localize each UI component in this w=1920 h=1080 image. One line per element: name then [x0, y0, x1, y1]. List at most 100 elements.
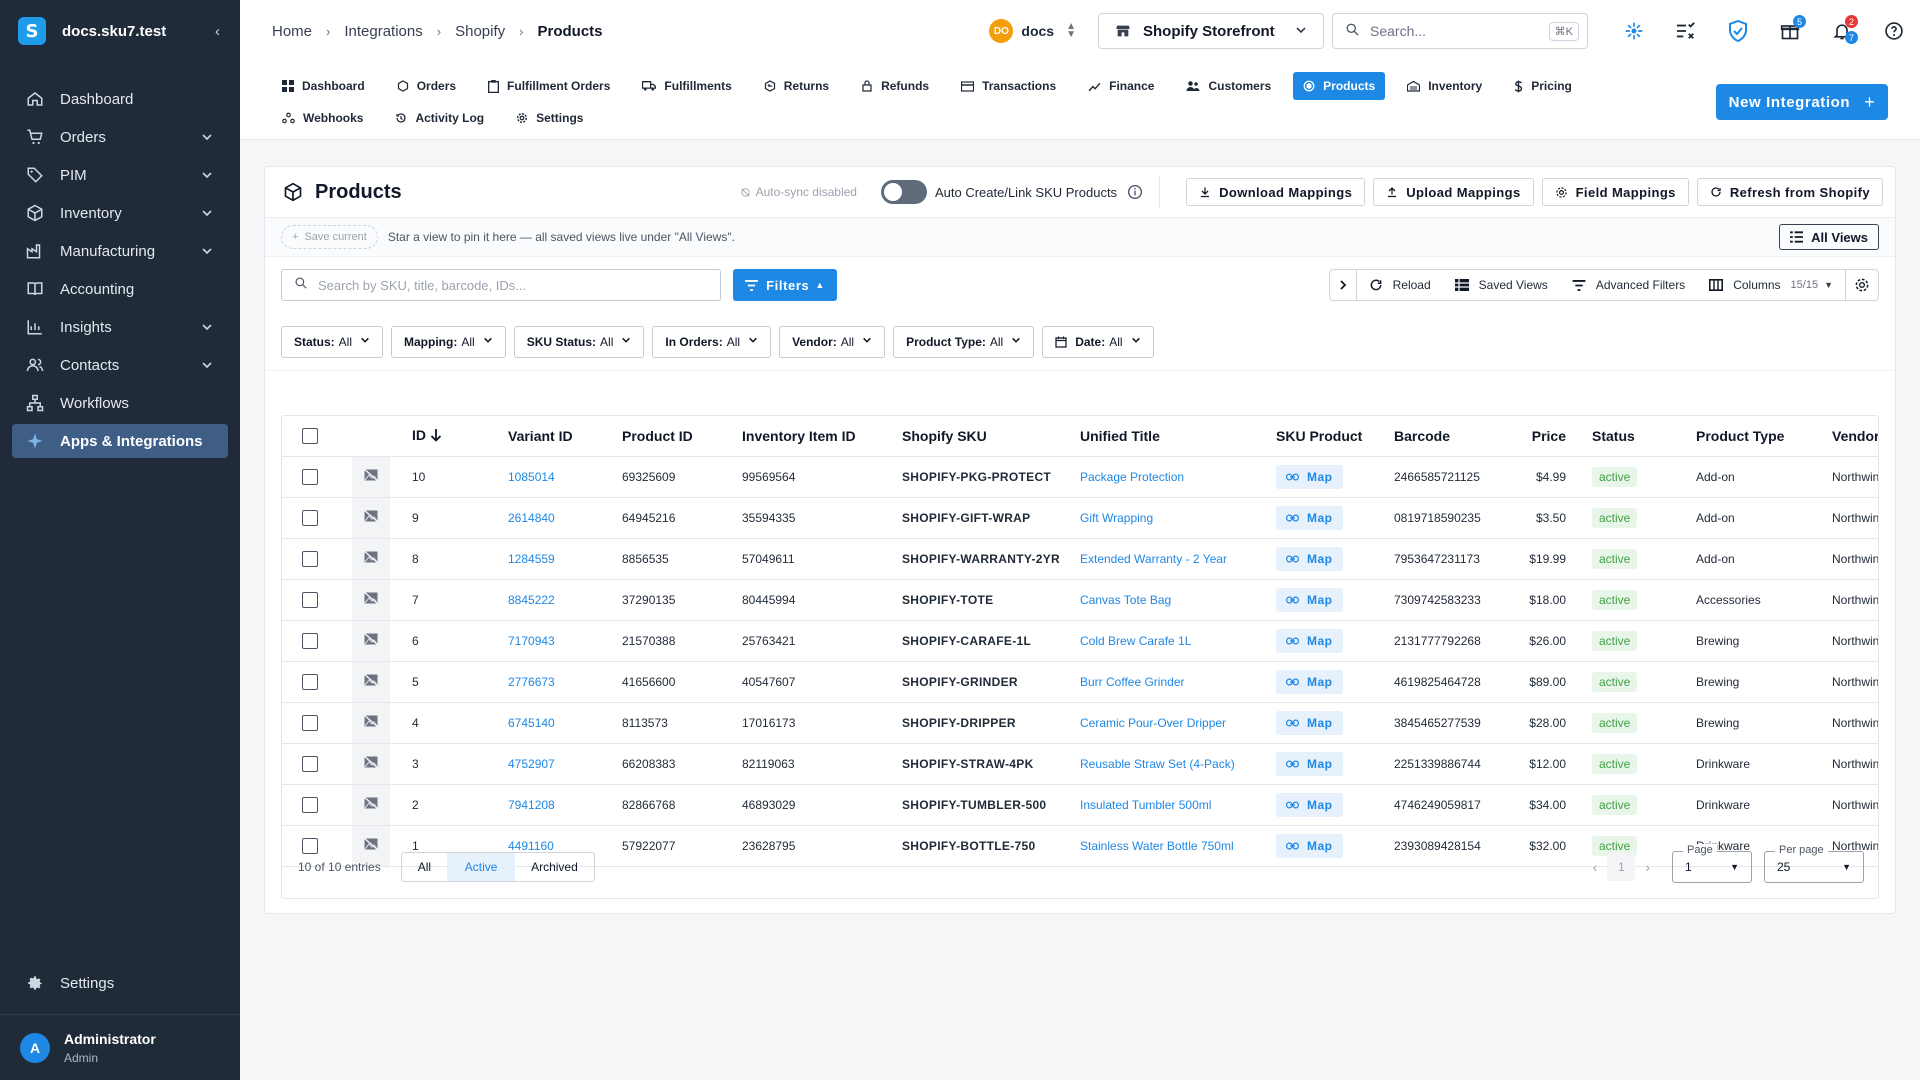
column-header-product-type[interactable]: Product Type — [1680, 416, 1816, 457]
unified-title-link[interactable]: Insulated Tumbler 500ml — [1080, 798, 1211, 812]
column-header-shopify-sku[interactable]: Shopify SKU — [884, 416, 1066, 457]
tab-refunds[interactable]: Refunds — [851, 72, 939, 100]
tab-dashboard[interactable]: Dashboard — [272, 72, 375, 100]
sidebar-item-dashboard[interactable]: Dashboard — [12, 82, 228, 116]
sidebar-item-settings[interactable]: Settings — [12, 966, 228, 1000]
select-all-checkbox[interactable] — [302, 428, 318, 445]
variant-id-link[interactable]: 4752907 — [508, 757, 555, 771]
unified-title-link[interactable]: Gift Wrapping — [1080, 511, 1153, 525]
variant-id-link[interactable]: 6745140 — [508, 716, 555, 730]
tab-orders[interactable]: Orders — [387, 72, 466, 100]
column-header-vendor[interactable]: Vendor — [1816, 416, 1878, 457]
unified-title-link[interactable]: Burr Coffee Grinder — [1080, 675, 1185, 689]
column-header-sku-product[interactable]: SKU Product — [1264, 416, 1376, 457]
column-header-status[interactable]: Status — [1586, 416, 1680, 457]
product-search-input[interactable] — [318, 277, 708, 293]
map-sku-button[interactable]: Map — [1276, 669, 1343, 694]
variant-id-link[interactable]: 1284559 — [508, 552, 555, 566]
field-mappings-button[interactable]: Field Mappings — [1541, 178, 1689, 206]
breadcrumb-integrations[interactable]: Integrations — [344, 23, 422, 40]
sidebar-item-accounting[interactable]: Accounting — [12, 272, 228, 306]
download-mappings-button[interactable]: Download Mappings — [1186, 178, 1366, 206]
ai-sparkle-icon[interactable] — [1616, 13, 1652, 49]
tasks-check-icon[interactable] — [1668, 13, 1704, 49]
save-current-view-button[interactable]: + Save current — [281, 225, 378, 249]
filter-chip-mapping[interactable]: Mapping: All — [391, 325, 506, 358]
columns-button[interactable]: Columns 15/15 ▼ — [1697, 270, 1845, 300]
table-row[interactable]: 6 7170943 21570388 25763421 SHOPIFY-CARAFE-1… — [282, 620, 1878, 662]
map-sku-button[interactable]: Map — [1276, 792, 1343, 817]
unified-title-link[interactable]: Ceramic Pour-Over Dripper — [1080, 716, 1226, 730]
column-header-product-id[interactable]: Product ID — [608, 416, 724, 457]
variant-id-link[interactable]: 7941208 — [508, 798, 555, 812]
row-checkbox[interactable] — [302, 755, 318, 772]
sidebar-item-orders[interactable]: Orders — [12, 120, 228, 154]
row-checkbox[interactable] — [302, 796, 318, 813]
row-checkbox[interactable] — [302, 550, 318, 567]
filter-chip-status[interactable]: Status: All — [281, 325, 384, 358]
auto-link-toggle[interactable] — [880, 180, 927, 204]
segment-all[interactable]: All — [402, 853, 447, 881]
unified-title-link[interactable]: Canvas Tote Bag — [1080, 593, 1171, 607]
tab-inventory[interactable]: Inventory — [1397, 72, 1492, 100]
map-sku-button[interactable]: Map — [1276, 587, 1343, 612]
store-select[interactable]: Shopify Storefront — [1098, 13, 1324, 49]
table-row[interactable]: 3 4752907 66208383 82119063 SHOPIFY-STRAW-4P… — [282, 743, 1878, 785]
workspace-switcher[interactable]: DO docs ▲ ▼ — [989, 19, 1076, 43]
sidebar-item-manufacturing[interactable]: Manufacturing — [12, 234, 228, 268]
unified-title-link[interactable]: Cold Brew Carafe 1L — [1080, 634, 1191, 648]
variant-id-link[interactable]: 7170943 — [508, 634, 555, 648]
user-profile[interactable]: A Administrator Admin — [0, 1014, 240, 1080]
unified-title-link[interactable]: Extended Warranty - 2 Year — [1080, 552, 1227, 566]
filter-chip-date[interactable]: Date: All — [1042, 325, 1154, 358]
tab-transactions[interactable]: Transactions — [951, 72, 1066, 100]
refresh-from-shopify-button[interactable]: Refresh from Shopify — [1696, 178, 1883, 206]
breadcrumb-shopify[interactable]: Shopify — [455, 23, 505, 40]
column-header-variant-id[interactable]: Variant ID — [494, 416, 608, 457]
variant-id-link[interactable]: 1085014 — [508, 470, 555, 484]
column-header-barcode[interactable]: Barcode — [1376, 416, 1504, 457]
info-icon[interactable] — [1127, 184, 1143, 200]
sidebar-item-workflows[interactable]: Workflows — [12, 386, 228, 420]
unified-title-link[interactable]: Package Protection — [1080, 470, 1184, 484]
row-checkbox[interactable] — [302, 632, 318, 649]
tab-returns[interactable]: Returns — [754, 72, 839, 100]
tab-products[interactable]: Products — [1293, 72, 1386, 100]
column-header-id[interactable]: ID — [390, 416, 494, 457]
table-row[interactable]: 7 8845222 37290135 80445994 SHOPIFY-TOTE Canv… — [282, 579, 1878, 621]
tab-customers[interactable]: Customers — [1176, 72, 1281, 100]
prev-page-icon[interactable]: ‹ — [1593, 859, 1598, 875]
tab-webhooks[interactable]: Webhooks — [272, 104, 373, 132]
tab-fulfillment-orders[interactable]: Fulfillment Orders — [478, 72, 620, 100]
sidebar-item-pim[interactable]: PIM — [12, 158, 228, 192]
new-integration-button[interactable]: New Integration + — [1716, 84, 1888, 120]
help-icon[interactable] — [1876, 13, 1912, 49]
table-row[interactable]: 2 7941208 82866768 46893029 SHOPIFY-TUMBLER-… — [282, 784, 1878, 826]
column-header-inventory-item-id[interactable]: Inventory Item ID — [724, 416, 884, 457]
segment-active[interactable]: Active — [447, 853, 516, 881]
all-views-button[interactable]: All Views — [1779, 224, 1879, 250]
filters-button[interactable]: Filters ▲ — [733, 269, 837, 301]
tab-fulfillments[interactable]: Fulfillments — [632, 72, 741, 100]
reload-button[interactable]: Reload — [1357, 270, 1443, 300]
row-checkbox[interactable] — [302, 714, 318, 731]
bell-icon[interactable]: 2 7 — [1824, 13, 1860, 49]
column-header-unified-title[interactable]: Unified Title — [1066, 416, 1264, 457]
upload-mappings-button[interactable]: Upload Mappings — [1373, 178, 1534, 206]
segment-archived[interactable]: Archived — [515, 853, 594, 881]
map-sku-button[interactable]: Map — [1276, 751, 1343, 776]
variant-id-link[interactable]: 2614840 — [508, 511, 555, 525]
tab-finance[interactable]: Finance — [1078, 72, 1164, 100]
filter-chip-sku-status[interactable]: SKU Status: All — [513, 325, 645, 358]
collapse-sidebar-icon[interactable]: ‹ — [215, 23, 220, 40]
filter-chip-vendor[interactable]: Vendor: All — [779, 325, 886, 358]
variant-id-link[interactable]: 2776673 — [508, 675, 555, 689]
expand-toolbar-icon[interactable] — [1330, 270, 1357, 300]
tab-activity-log[interactable]: Activity Log — [385, 104, 494, 132]
sidebar-item-apps-integrations[interactable]: Apps & Integrations — [12, 424, 228, 458]
map-sku-button[interactable]: Map — [1276, 628, 1343, 653]
shield-icon[interactable] — [1720, 13, 1756, 49]
next-page-icon[interactable]: › — [1645, 859, 1650, 875]
advanced-filters-button[interactable]: Advanced Filters — [1560, 270, 1697, 300]
page-select[interactable]: Page 1 ▼ — [1672, 844, 1752, 883]
